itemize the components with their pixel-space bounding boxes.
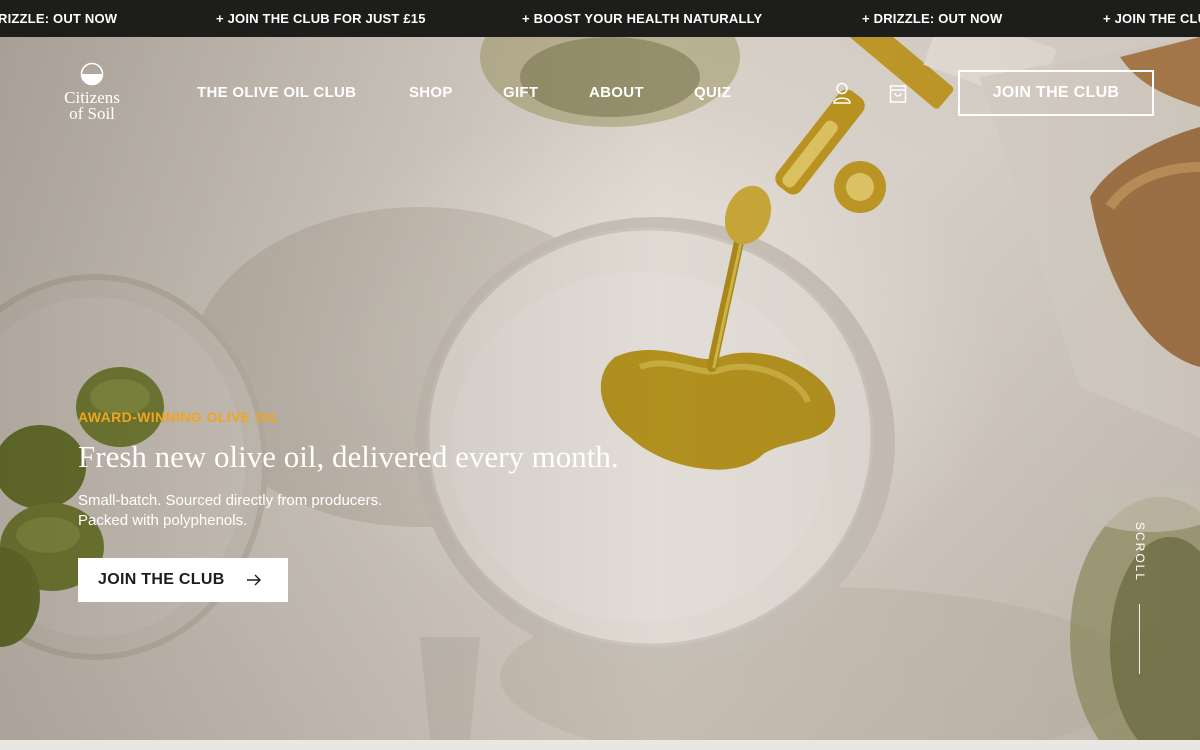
ticker-item: + BOOST YOUR HEALTH NATURALLY <box>522 11 763 26</box>
scroll-label: SCROLL <box>1133 521 1147 583</box>
user-icon <box>833 82 851 104</box>
hero-subcopy-line: Small-batch. Sourced directly from produ… <box>78 492 383 509</box>
hero-subcopy: Small-batch. Sourced directly from produ… <box>78 491 382 531</box>
bottom-strip <box>0 740 1200 750</box>
ticker-item: RIZZLE: OUT NOW <box>0 11 118 26</box>
nav-item-gift[interactable]: GIFT <box>503 84 538 101</box>
hero-eyebrow: AWARD-WINNING OLIVE OIL <box>78 409 280 425</box>
announcement-ticker: RIZZLE: OUT NOW + JOIN THE CLUB FOR JUST… <box>0 0 1200 37</box>
header-join-club-button[interactable]: JOIN THE CLUB <box>958 70 1154 116</box>
brand-logo[interactable]: Citizens of Soil <box>52 60 132 130</box>
hero-join-club-button[interactable]: JOIN THE CLUB <box>78 558 288 602</box>
hero-headline: Fresh new olive oil, delivered every mon… <box>78 439 619 474</box>
scroll-indicator[interactable]: SCROLL <box>1131 518 1147 588</box>
account-button[interactable] <box>832 82 852 104</box>
cart-button[interactable] <box>888 82 908 104</box>
ticker-item: + DRIZZLE: OUT NOW <box>862 11 1003 26</box>
brand-name: Citizens of Soil <box>64 88 120 123</box>
hero-cta-label: JOIN THE CLUB <box>98 571 225 588</box>
half-filled-circle-icon <box>80 62 104 86</box>
nav-item-shop[interactable]: SHOP <box>409 84 453 101</box>
ticker-item: + JOIN THE CLU <box>1103 11 1200 26</box>
nav-item-quiz[interactable]: QUIZ <box>694 84 731 101</box>
hero-subcopy-line: Packed with polyphenols. <box>78 512 248 529</box>
shopping-bag-icon <box>889 85 907 103</box>
arrow-right-icon <box>247 574 261 586</box>
nav-item-about[interactable]: ABOUT <box>589 84 644 101</box>
ticker-item: + JOIN THE CLUB FOR JUST £15 <box>216 11 426 26</box>
scroll-line <box>1139 604 1140 674</box>
hero-overlay <box>0 37 1200 740</box>
nav-item-olive-oil-club[interactable]: THE OLIVE OIL CLUB <box>197 84 356 101</box>
hero-section <box>0 37 1200 740</box>
